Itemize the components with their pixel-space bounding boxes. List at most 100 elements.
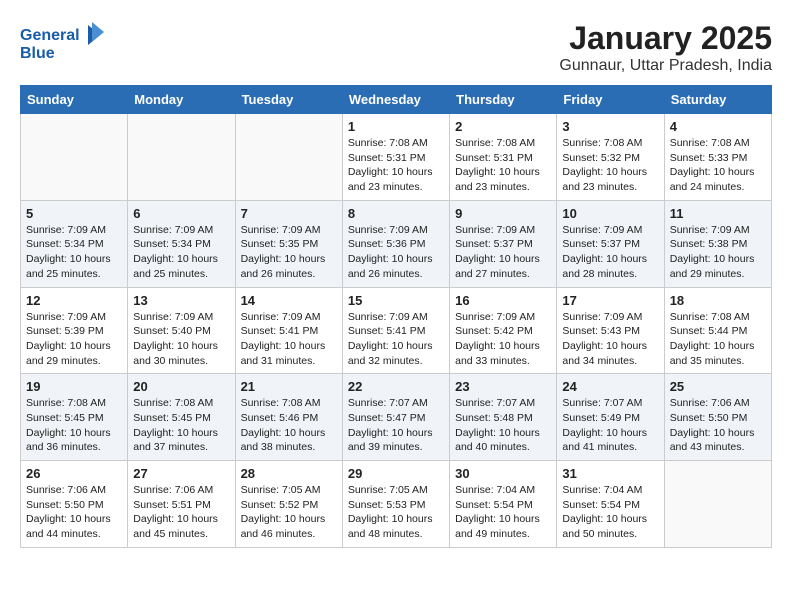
day-number: 31 (562, 466, 658, 481)
calendar-cell (235, 114, 342, 201)
day-number: 22 (348, 379, 444, 394)
calendar-cell: 29Sunrise: 7:05 AM Sunset: 5:53 PM Dayli… (342, 461, 449, 548)
day-info: Sunrise: 7:09 AM Sunset: 5:34 PM Dayligh… (133, 223, 229, 282)
day-number: 20 (133, 379, 229, 394)
day-info: Sunrise: 7:09 AM Sunset: 5:40 PM Dayligh… (133, 310, 229, 369)
title-area: January 2025 Gunnaur, Uttar Pradesh, Ind… (559, 20, 772, 75)
day-info: Sunrise: 7:08 AM Sunset: 5:46 PM Dayligh… (241, 396, 337, 455)
day-info: Sunrise: 7:06 AM Sunset: 5:51 PM Dayligh… (133, 483, 229, 542)
calendar-cell: 31 Sunrise: 7:04 AM Sunset: 5:54 PM Dayli… (557, 461, 664, 548)
calendar-cell: 22 Sunrise: 7:07 AM Sunset: 5:47 PM Dayli… (342, 374, 449, 461)
weekday-header-thursday: Thursday (450, 86, 557, 114)
calendar-cell (128, 114, 235, 201)
weekday-header-saturday: Saturday (664, 86, 771, 114)
day-info: Sunrise: 7:08 AM Sunset: 5:45 PM Dayligh… (26, 396, 122, 455)
day-info: Sunrise: 7:09 AM Sunset: 5:39 PM Dayligh… (26, 310, 122, 369)
calendar-cell: 6 Sunrise: 7:09 AM Sunset: 5:34 PM Daylig… (128, 200, 235, 287)
day-number: 6 (133, 206, 229, 221)
location-title: Gunnaur, Uttar Pradesh, India (559, 57, 772, 75)
day-number: 28 (241, 466, 337, 481)
svg-text:Blue: Blue (20, 45, 55, 62)
calendar-cell: 14 Sunrise: 7:09 AM Sunset: 5:41 PM Dayli… (235, 287, 342, 374)
weekday-header-tuesday: Tuesday (235, 86, 342, 114)
day-number: 15 (348, 293, 444, 308)
logo: General Blue (20, 20, 110, 65)
weekday-header-row: SundayMondayTuesdayWednesdayThursdayFrid… (21, 86, 772, 114)
calendar-cell: 2 Sunrise: 7:08 AM Sunset: 5:31 PM Daylig… (450, 114, 557, 201)
day-info: Sunrise: 7:09 AM Sunset: 5:37 PM Dayligh… (562, 223, 658, 282)
day-info: Sunrise: 7:09 AM Sunset: 5:42 PM Dayligh… (455, 310, 551, 369)
day-number: 1 (348, 119, 444, 134)
day-info: Sunrise: 7:09 AM Sunset: 5:41 PM Dayligh… (348, 310, 444, 369)
day-number: 7 (241, 206, 337, 221)
day-info: Sunrise: 7:07 AM Sunset: 5:48 PM Dayligh… (455, 396, 551, 455)
day-number: 14 (241, 293, 337, 308)
calendar-cell: 5 Sunrise: 7:09 AM Sunset: 5:34 PM Daylig… (21, 200, 128, 287)
calendar-cell: 23 Sunrise: 7:07 AM Sunset: 5:48 PM Dayli… (450, 374, 557, 461)
day-info: Sunrise: 7:09 AM Sunset: 5:37 PM Dayligh… (455, 223, 551, 282)
calendar-cell: 7 Sunrise: 7:09 AM Sunset: 5:35 PM Daylig… (235, 200, 342, 287)
week-row-4: 19 Sunrise: 7:08 AM Sunset: 5:45 PM Dayli… (21, 374, 772, 461)
day-number: 19 (26, 379, 122, 394)
weekday-header-friday: Friday (557, 86, 664, 114)
day-number: 24 (562, 379, 658, 394)
calendar-cell: 10Sunrise: 7:09 AM Sunset: 5:37 PM Dayli… (557, 200, 664, 287)
day-number: 27 (133, 466, 229, 481)
day-info: Sunrise: 7:05 AM Sunset: 5:52 PM Dayligh… (241, 483, 337, 542)
day-info: Sunrise: 7:09 AM Sunset: 5:41 PM Dayligh… (241, 310, 337, 369)
svg-text:General: General (20, 27, 80, 44)
calendar-cell: 19 Sunrise: 7:08 AM Sunset: 5:45 PM Dayli… (21, 374, 128, 461)
calendar-cell (21, 114, 128, 201)
day-number: 13 (133, 293, 229, 308)
calendar-cell: 30 Sunrise: 7:04 AM Sunset: 5:54 PM Dayli… (450, 461, 557, 548)
calendar-cell: 3 Sunrise: 7:08 AM Sunset: 5:32 PM Daylig… (557, 114, 664, 201)
logo-svg: General Blue (20, 20, 110, 65)
day-number: 21 (241, 379, 337, 394)
month-title: January 2025 (559, 20, 772, 57)
calendar-cell: 9 Sunrise: 7:09 AM Sunset: 5:37 PM Daylig… (450, 200, 557, 287)
day-info: Sunrise: 7:08 AM Sunset: 5:31 PM Dayligh… (348, 136, 444, 195)
day-info: Sunrise: 7:04 AM Sunset: 5:54 PM Dayligh… (562, 483, 658, 542)
day-info: Sunrise: 7:07 AM Sunset: 5:47 PM Dayligh… (348, 396, 444, 455)
day-info: Sunrise: 7:09 AM Sunset: 5:35 PM Dayligh… (241, 223, 337, 282)
day-info: Sunrise: 7:07 AM Sunset: 5:49 PM Dayligh… (562, 396, 658, 455)
day-number: 25 (670, 379, 766, 394)
calendar-cell: 1 Sunrise: 7:08 AM Sunset: 5:31 PM Daylig… (342, 114, 449, 201)
calendar-cell: 24 Sunrise: 7:07 AM Sunset: 5:49 PM Dayli… (557, 374, 664, 461)
calendar-table: SundayMondayTuesdayWednesdayThursdayFrid… (20, 85, 772, 548)
day-info: Sunrise: 7:08 AM Sunset: 5:31 PM Dayligh… (455, 136, 551, 195)
header: General Blue January 2025 Gunnaur, Uttar… (20, 20, 772, 75)
day-info: Sunrise: 7:09 AM Sunset: 5:34 PM Dayligh… (26, 223, 122, 282)
calendar-cell: 15 Sunrise: 7:09 AM Sunset: 5:41 PM Dayli… (342, 287, 449, 374)
day-number: 16 (455, 293, 551, 308)
day-number: 12 (26, 293, 122, 308)
day-info: Sunrise: 7:08 AM Sunset: 5:32 PM Dayligh… (562, 136, 658, 195)
calendar-cell: 28 Sunrise: 7:05 AM Sunset: 5:52 PM Dayli… (235, 461, 342, 548)
day-number: 2 (455, 119, 551, 134)
day-info: Sunrise: 7:08 AM Sunset: 5:45 PM Dayligh… (133, 396, 229, 455)
day-info: Sunrise: 7:08 AM Sunset: 5:33 PM Dayligh… (670, 136, 766, 195)
calendar-cell: 27 Sunrise: 7:06 AM Sunset: 5:51 PM Dayli… (128, 461, 235, 548)
calendar-cell: 21 Sunrise: 7:08 AM Sunset: 5:46 PM Dayli… (235, 374, 342, 461)
calendar-cell (664, 461, 771, 548)
day-number: 17 (562, 293, 658, 308)
week-row-3: 12 Sunrise: 7:09 AM Sunset: 5:39 PM Dayli… (21, 287, 772, 374)
weekday-header-monday: Monday (128, 86, 235, 114)
day-number: 9 (455, 206, 551, 221)
calendar-cell: 20 Sunrise: 7:08 AM Sunset: 5:45 PM Dayli… (128, 374, 235, 461)
day-number: 30 (455, 466, 551, 481)
weekday-header-wednesday: Wednesday (342, 86, 449, 114)
day-number: 29 (348, 466, 444, 481)
day-number: 8 (348, 206, 444, 221)
week-row-2: 5 Sunrise: 7:09 AM Sunset: 5:34 PM Daylig… (21, 200, 772, 287)
day-info: Sunrise: 7:06 AM Sunset: 5:50 PM Dayligh… (670, 396, 766, 455)
day-number: 23 (455, 379, 551, 394)
day-number: 5 (26, 206, 122, 221)
weekday-header-sunday: Sunday (21, 86, 128, 114)
calendar-cell: 16 Sunrise: 7:09 AM Sunset: 5:42 PM Dayli… (450, 287, 557, 374)
day-info: Sunrise: 7:09 AM Sunset: 5:38 PM Dayligh… (670, 223, 766, 282)
day-number: 11 (670, 206, 766, 221)
day-info: Sunrise: 7:04 AM Sunset: 5:54 PM Dayligh… (455, 483, 551, 542)
day-number: 3 (562, 119, 658, 134)
day-number: 26 (26, 466, 122, 481)
